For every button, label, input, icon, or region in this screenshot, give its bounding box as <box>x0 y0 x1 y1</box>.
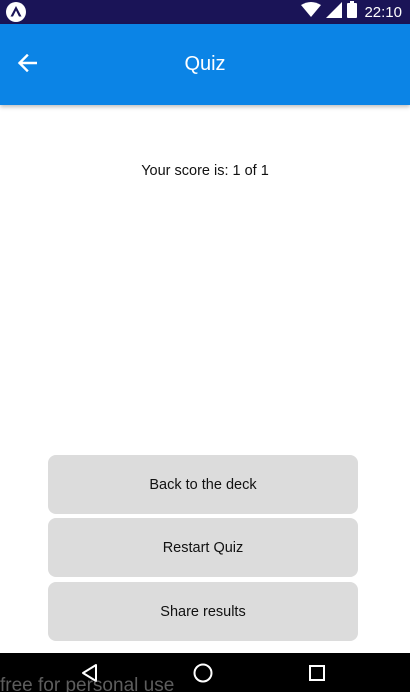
app-bar: Quiz <box>0 24 410 105</box>
status-bar: 22:10 <box>0 0 410 24</box>
back-button[interactable] <box>10 50 44 80</box>
arrow-left-icon <box>17 53 38 77</box>
back-to-deck-label: Back to the deck <box>149 476 257 493</box>
nav-recents-icon[interactable] <box>306 662 328 684</box>
status-icons: 22:10 <box>301 0 402 24</box>
nav-home-icon[interactable] <box>192 662 214 684</box>
nav-bar <box>0 653 410 692</box>
restart-quiz-button[interactable]: Restart Quiz <box>48 518 358 577</box>
signal-icon <box>326 1 343 23</box>
nav-back-icon[interactable] <box>79 662 101 684</box>
restart-quiz-label: Restart Quiz <box>162 539 244 556</box>
share-results-label: Share results <box>160 603 246 620</box>
page-title: Quiz <box>184 53 226 75</box>
battery-icon <box>347 1 358 23</box>
score-text: Your score is: 1 of 1 <box>141 163 269 179</box>
expo-icon <box>6 2 26 22</box>
quiz-result-screen: 22:10 Quiz Your score is: 1 of 1 Back to… <box>0 0 410 692</box>
status-time: 22:10 <box>364 3 402 21</box>
back-to-deck-button[interactable]: Back to the deck <box>48 455 358 514</box>
share-results-button[interactable]: Share results <box>48 582 358 641</box>
wifi-icon <box>301 1 322 23</box>
